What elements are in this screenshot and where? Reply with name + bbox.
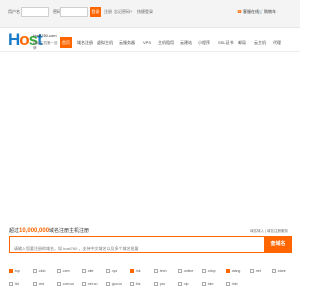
register-link[interactable]: 注册 xyxy=(104,9,112,15)
tld-option[interactable]: .site xyxy=(82,268,93,274)
nav-home[interactable]: 首页 xyxy=(60,37,72,48)
tld-option[interactable]: .online xyxy=(178,268,193,274)
logo-slogan: 建站主机第一品牌 xyxy=(33,41,58,50)
login-button[interactable]: 登录 xyxy=(90,7,101,17)
tld-option[interactable]: .vip xyxy=(178,281,188,287)
tld-option[interactable]: .com.cn xyxy=(57,281,74,287)
forgot-password-link[interactable]: 忘记密码? xyxy=(114,9,132,15)
domain-search-button[interactable]: 查域名 xyxy=(264,236,292,253)
tld-option[interactable]: .info xyxy=(226,281,238,287)
tld-option[interactable]: .ltd xyxy=(9,281,19,287)
headset-icon: ☎ xyxy=(237,9,242,14)
cart-icon: 🛒 xyxy=(258,9,263,14)
nav-divider xyxy=(0,51,300,52)
tld-option[interactable]: .top xyxy=(9,268,20,274)
tld-option[interactable]: .com xyxy=(57,268,70,274)
tld-option[interactable]: .biz xyxy=(130,281,140,287)
nav-agent[interactable]: 代理 xyxy=(273,37,281,48)
username-input[interactable] xyxy=(21,7,49,17)
username-label: 用户名 xyxy=(8,9,20,14)
nav-domain[interactable]: 域名注册 xyxy=(77,37,93,48)
tld-option[interactable]: .kim xyxy=(202,281,213,287)
tld-option[interactable]: .wang xyxy=(226,268,240,274)
tld-option[interactable]: .gov.cn xyxy=(106,281,122,287)
tld-option[interactable]: .ink xyxy=(130,268,140,274)
tld-option[interactable]: .net xyxy=(250,268,261,274)
domain-search-box xyxy=(9,236,265,256)
domain-search-title: 超过10,000,000域名注册主机注册 xyxy=(9,228,90,234)
login-bar: 用户名 密码 登录 注册 忘记密码? 快捷登录 ☎客服在线 🛒购物车 xyxy=(0,0,300,28)
tld-option[interactable]: .red xyxy=(33,281,44,287)
domain-count: 10,000,000 xyxy=(19,228,50,234)
nav-vps[interactable]: VPS xyxy=(143,37,151,48)
nav-cloud-server[interactable]: 云服务器 xyxy=(119,37,135,48)
nav-mini-program[interactable]: 小程序 xyxy=(198,37,210,48)
logo[interactable]: Host Host760.com 建站主机第一品牌 xyxy=(8,30,60,51)
nav-mail[interactable]: 邮局 xyxy=(238,37,246,48)
tld-option[interactable]: .shop xyxy=(202,268,216,274)
nav-ssl[interactable]: SSL证书 xyxy=(218,37,234,48)
nav-virtual-host[interactable]: 虚拟主机 xyxy=(97,37,113,48)
tld-option[interactable]: .xyz xyxy=(106,268,117,274)
tld-option[interactable]: .pro xyxy=(154,281,165,287)
nav-site-builder[interactable]: 云建站 xyxy=(180,37,192,48)
nav-cloud-host[interactable]: 云主机 xyxy=(254,37,266,48)
domain-search-input[interactable] xyxy=(10,241,250,256)
quick-login-link[interactable]: 快捷登录 xyxy=(137,9,153,15)
tld-option[interactable]: .tech xyxy=(154,268,167,274)
password-input[interactable] xyxy=(60,7,88,17)
nav-colocation[interactable]: 主机租用 xyxy=(158,37,174,48)
tld-option[interactable]: .club xyxy=(33,268,45,274)
tld-option[interactable]: .net.cn xyxy=(82,281,98,287)
logo-site: Host760.com xyxy=(33,33,57,38)
domain-links[interactable]: 域名转入 | 域名注册服务 xyxy=(250,229,288,234)
cart-link[interactable]: 🛒购物车 xyxy=(258,9,276,15)
tld-option[interactable]: .store xyxy=(272,268,286,274)
customer-service[interactable]: ☎客服在线 xyxy=(237,9,259,15)
